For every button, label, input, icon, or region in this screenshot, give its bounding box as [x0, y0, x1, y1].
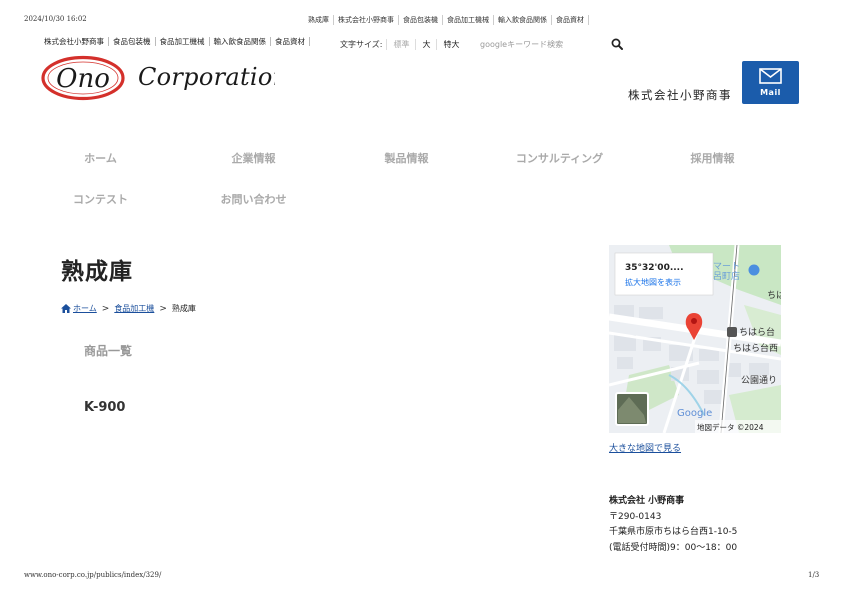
- nav-home[interactable]: ホーム: [24, 150, 177, 166]
- global-nav: ホーム 企業情報 製品情報 コンサルティング 採用情報 コンテスト お問い合わせ: [24, 137, 814, 219]
- util-link-import[interactable]: 輸入飲食品関係: [210, 37, 271, 46]
- home-icon: [61, 304, 71, 313]
- nav-contest[interactable]: コンテスト: [24, 191, 177, 207]
- print-title-part: 輸入飲食品関係: [494, 15, 552, 25]
- print-title: 熟成庫 株式会社小野商事 食品包装機 食品加工機械 輸入飲食品関係 食品資材: [300, 15, 589, 25]
- embedded-map[interactable]: 35°32'00.... 拡大地図を表示 マート 呂町店 ちは ちはら台 ちはら…: [609, 245, 781, 433]
- print-title-part: 食品資材: [552, 15, 589, 25]
- map-coordinates: 35°32'00....: [625, 263, 684, 273]
- company-name-label: 株式会社小野商事: [628, 88, 732, 102]
- logo-oval-text: Ono: [56, 64, 110, 94]
- utility-links: 株式会社小野商事 食品包装機 食品加工機械 輸入飲食品関係 食品資材: [44, 37, 310, 46]
- company-address: 株式会社 小野商事 〒290-0143 千葉県市原市ちはら台西1-10-5 (電…: [609, 494, 737, 556]
- util-link-company[interactable]: 株式会社小野商事: [44, 37, 109, 46]
- breadcrumb: ホーム > 食品加工機 > 熟成庫: [61, 303, 196, 314]
- breadcrumb-current: 熟成庫: [171, 304, 196, 313]
- product-item[interactable]: K-900: [84, 400, 125, 415]
- print-title-part: 株式会社小野商事: [334, 15, 399, 25]
- search-button[interactable]: [610, 37, 624, 51]
- search-icon: [611, 38, 623, 50]
- mail-button[interactable]: Mail: [742, 61, 799, 104]
- page-title: 熟成庫: [61, 259, 133, 285]
- nav-products[interactable]: 製品情報: [330, 150, 483, 166]
- search-input[interactable]: [480, 39, 610, 49]
- print-title-part: 熟成庫: [300, 15, 334, 25]
- font-size-large[interactable]: 大: [415, 39, 436, 50]
- print-url: www.ono-corp.co.jp/publics/index/329/: [24, 571, 162, 579]
- mail-label: Mail: [760, 88, 781, 97]
- search-box: [480, 34, 635, 54]
- map-enlarge-link: 拡大地図を表示: [625, 277, 681, 287]
- address-street: 千葉県市原市ちはら台西1-10-5: [609, 527, 738, 537]
- breadcrumb-home[interactable]: ホーム: [73, 303, 97, 314]
- nav-company-info[interactable]: 企業情報: [177, 150, 330, 166]
- util-link-processing[interactable]: 食品加工機械: [156, 37, 210, 46]
- address-zip: 〒290-0143: [609, 511, 662, 522]
- nav-consulting[interactable]: コンサルティング: [483, 150, 636, 166]
- nav-recruit[interactable]: 採用情報: [636, 150, 789, 166]
- address-company: 株式会社 小野商事: [609, 496, 685, 506]
- nav-contact[interactable]: お問い合わせ: [177, 191, 330, 207]
- map-label: 公園通り: [741, 375, 777, 386]
- util-link-packaging[interactable]: 食品包装機: [109, 37, 156, 46]
- map-label: Google: [677, 408, 712, 419]
- map-label: 呂町店: [713, 270, 740, 282]
- map-label: 地図データ ©2024: [697, 422, 764, 432]
- font-size-xlarge[interactable]: 特大: [436, 39, 465, 50]
- breadcrumb-separator: >: [101, 303, 110, 314]
- map-label: ちはら台: [739, 326, 775, 338]
- view-large-map-link[interactable]: 大きな地図で見る: [609, 441, 681, 454]
- print-title-part: 食品包装機: [399, 15, 443, 25]
- map-label: ちはら台西: [733, 342, 778, 354]
- font-size-standard[interactable]: 標準: [386, 39, 415, 50]
- envelope-icon: [759, 68, 782, 84]
- section-title: 商品一覧: [84, 344, 133, 358]
- logo-script-text: Corporation: [138, 63, 275, 91]
- map-label: ちは: [767, 290, 781, 301]
- breadcrumb-parent[interactable]: 食品加工機: [114, 303, 154, 314]
- util-link-materials[interactable]: 食品資材: [271, 37, 310, 46]
- print-page-number: 1/3: [808, 571, 820, 579]
- breadcrumb-separator: >: [159, 303, 167, 314]
- company-logo[interactable]: Ono Corporation: [40, 53, 288, 103]
- map-label: マート: [713, 262, 740, 272]
- font-size-selector: 文字サイズ: 標準 大 特大: [340, 39, 465, 50]
- print-title-part: 食品加工機械: [443, 15, 494, 25]
- print-date: 2024/10/30 16:02: [24, 15, 87, 23]
- address-hours: (電話受付時間)9：00～18：00: [609, 542, 738, 553]
- font-size-label: 文字サイズ:: [340, 40, 383, 49]
